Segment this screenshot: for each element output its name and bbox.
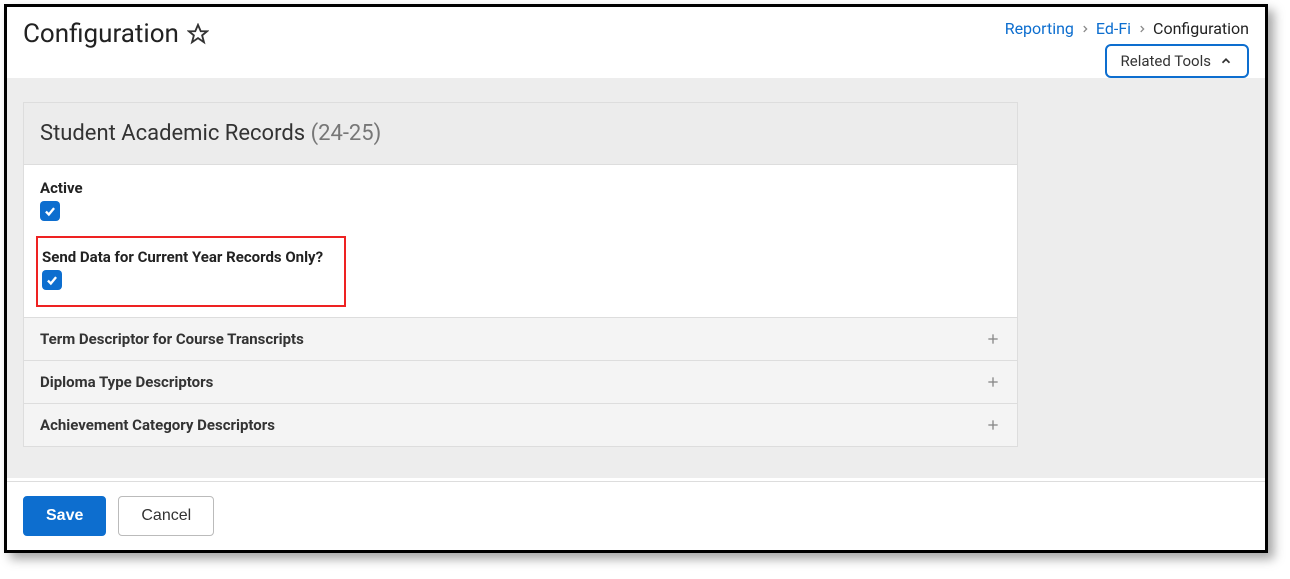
expand-label: Achievement Category Descriptors (40, 416, 275, 434)
highlight-current-year-only: Send Data for Current Year Records Only? (36, 236, 346, 307)
header: Configuration Reporting Ed-Fi Configurat… (7, 7, 1265, 78)
chevron-right-icon (1137, 19, 1147, 38)
expand-diploma-type[interactable]: Diploma Type Descriptors (24, 360, 1017, 403)
expand-achievement-category[interactable]: Achievement Category Descriptors (24, 403, 1017, 446)
expand-term-descriptor[interactable]: Term Descriptor for Course Transcripts (24, 317, 1017, 360)
chevron-up-icon (1219, 54, 1233, 68)
expand-label: Term Descriptor for Course Transcripts (40, 330, 304, 348)
related-tools-label: Related Tools (1121, 52, 1211, 70)
save-button[interactable]: Save (23, 496, 106, 536)
breadcrumb-reporting[interactable]: Reporting (1005, 19, 1074, 38)
header-right: Reporting Ed-Fi Configuration Related To… (1005, 19, 1249, 78)
footer: Save Cancel (7, 481, 1265, 550)
title-area: Configuration (23, 19, 209, 49)
breadcrumb-edfi[interactable]: Ed-Fi (1096, 19, 1131, 38)
expand-label: Diploma Type Descriptors (40, 373, 213, 391)
chevron-right-icon (1080, 19, 1090, 38)
related-tools-button[interactable]: Related Tools (1105, 44, 1249, 78)
breadcrumb: Reporting Ed-Fi Configuration (1005, 19, 1249, 38)
checkbox-current-year-only[interactable] (42, 270, 62, 290)
plus-icon (985, 331, 1001, 347)
plus-icon (985, 417, 1001, 433)
panel-header: Student Academic Records (24-25) (24, 103, 1017, 165)
star-icon[interactable] (187, 23, 209, 45)
checkbox-active[interactable] (40, 201, 60, 221)
field-current-year-label: Send Data for Current Year Records Only? (42, 248, 334, 266)
app-frame: Configuration Reporting Ed-Fi Configurat… (4, 4, 1268, 553)
panel-title: Student Academic Records (40, 121, 305, 146)
panel-body: Active Send Data for Current Year Record… (24, 165, 1017, 446)
page-title: Configuration (23, 19, 179, 49)
cancel-button[interactable]: Cancel (118, 496, 214, 536)
breadcrumb-current: Configuration (1153, 19, 1249, 38)
content-area: Student Academic Records (24-25) Active … (7, 78, 1265, 478)
panel-year: (24-25) (311, 121, 382, 146)
field-active: Active (24, 165, 1017, 232)
panel-student-academic-records: Student Academic Records (24-25) Active … (23, 102, 1018, 447)
plus-icon (985, 374, 1001, 390)
field-active-label: Active (40, 179, 1001, 197)
